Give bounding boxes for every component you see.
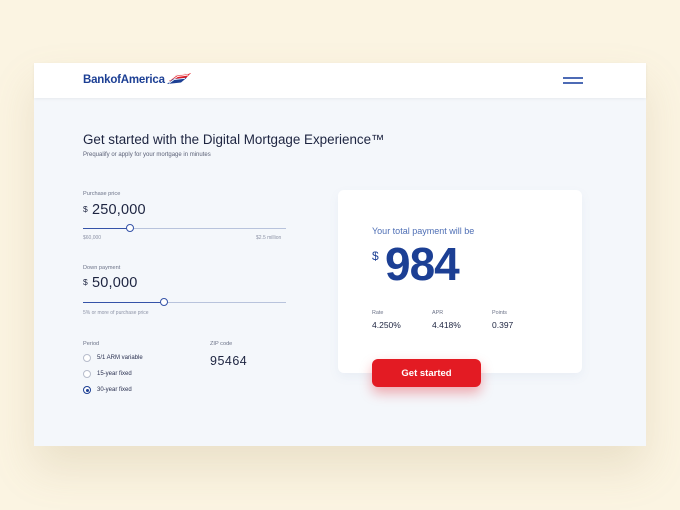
flag-logo-icon[interactable] bbox=[167, 72, 193, 84]
purchase-price-slider[interactable] bbox=[83, 224, 286, 232]
zip-code-label: ZIP code bbox=[210, 341, 233, 347]
rate-label: Rate bbox=[372, 310, 384, 316]
period-option-15-year[interactable]: 15-year fixed bbox=[83, 369, 132, 379]
points-value: 0.397 bbox=[492, 320, 514, 330]
payment-title: Your total payment will be bbox=[372, 226, 475, 236]
period-option-label: 15-year fixed bbox=[97, 371, 132, 377]
rate-value: 4.250% bbox=[372, 320, 401, 330]
period-label: Period bbox=[83, 341, 100, 347]
period-option-5-1-arm[interactable]: 5/1 ARM variable bbox=[83, 353, 143, 363]
down-payment-slider-thumb[interactable] bbox=[160, 298, 169, 306]
payment-currency: $ bbox=[372, 249, 379, 263]
zip-code-value[interactable]: 95464 bbox=[210, 354, 247, 368]
apr-value: 4.418% bbox=[432, 320, 461, 330]
brand-logo-text[interactable]: BankofAmerica bbox=[83, 74, 165, 86]
hamburger-menu-icon[interactable] bbox=[563, 77, 583, 85]
purchase-price-max-label: $2.5 million bbox=[256, 235, 282, 241]
purchase-price-slider-thumb[interactable] bbox=[125, 224, 134, 232]
radio-button[interactable] bbox=[83, 354, 91, 362]
page-subtitle: Prequalify or apply for your mortgage in… bbox=[83, 152, 211, 158]
points-label: Points bbox=[492, 310, 507, 316]
apr-label: APR bbox=[432, 310, 444, 316]
purchase-price-slider-fill bbox=[83, 228, 130, 229]
top-nav-bar: BankofAmerica bbox=[34, 63, 646, 98]
period-option-label: 30-year fixed bbox=[97, 387, 132, 393]
period-option-30-year[interactable]: 30-year fixed bbox=[83, 385, 132, 395]
purchase-price-value[interactable]: 250,000 bbox=[92, 202, 146, 218]
radio-button-selected[interactable] bbox=[83, 386, 91, 394]
payment-summary-card: Your total payment will be $ 984 Rate 4.… bbox=[338, 190, 582, 373]
page-title: Get started with the Digital Mortgage Ex… bbox=[83, 132, 385, 147]
radio-button[interactable] bbox=[83, 370, 91, 378]
down-payment-slider-fill bbox=[83, 302, 165, 303]
purchase-price-currency: $ bbox=[83, 204, 88, 214]
payment-amount: 984 bbox=[385, 238, 460, 290]
down-payment-hint: 5% or more of purchase price bbox=[83, 310, 149, 316]
period-option-label: 5/1 ARM variable bbox=[97, 355, 143, 361]
down-payment-slider[interactable] bbox=[83, 298, 286, 306]
purchase-price-min-label: $60,000 bbox=[83, 235, 102, 241]
mortgage-card: BankofAmerica Get started with the Digit… bbox=[34, 63, 646, 446]
down-payment-currency: $ bbox=[83, 277, 88, 287]
down-payment-value[interactable]: 50,000 bbox=[92, 275, 138, 291]
get-started-button[interactable]: Get started bbox=[372, 359, 481, 387]
down-payment-label: Down payment bbox=[83, 265, 121, 271]
purchase-price-label: Purchase price bbox=[83, 191, 121, 197]
